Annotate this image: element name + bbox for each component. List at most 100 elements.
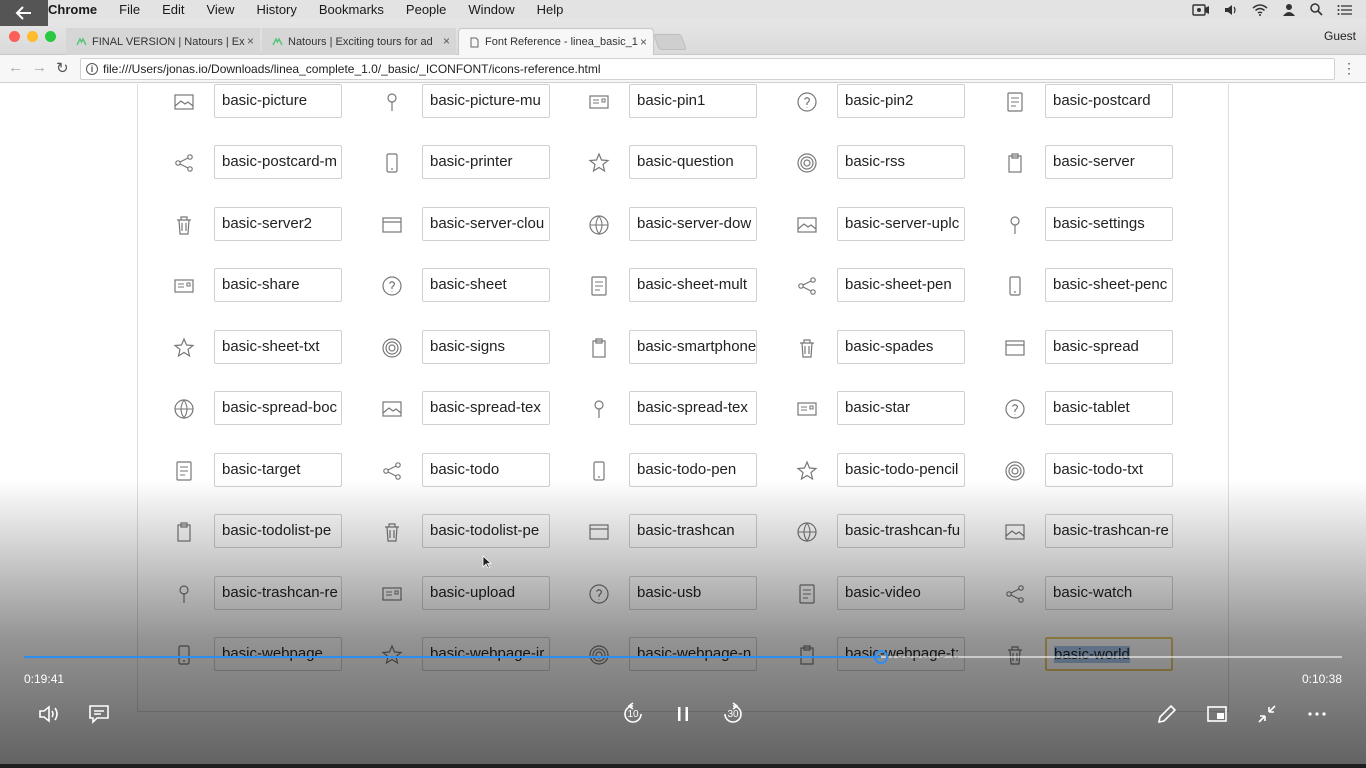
icon-class-field[interactable]: basic-tablet (1045, 391, 1173, 425)
icon-class-field[interactable]: basic-settings (1045, 207, 1173, 241)
profile-guest[interactable]: Guest (1324, 29, 1356, 43)
icon-class-field[interactable]: basic-server-uplc (837, 207, 965, 241)
icon-class-field[interactable]: basic-todolist-pe (214, 514, 342, 548)
notification-center-icon[interactable] (1337, 4, 1352, 16)
menu-window[interactable]: Window (468, 2, 514, 17)
new-tab-button[interactable] (653, 34, 687, 50)
icon-class-field[interactable]: basic-spades (837, 330, 965, 364)
pause-icon[interactable] (669, 700, 697, 728)
spotlight-search-icon[interactable] (1310, 3, 1323, 16)
player-back-arrow-icon[interactable] (0, 0, 48, 26)
icon-class-field[interactable]: basic-trashcan-re (214, 576, 342, 610)
icon-class-field[interactable]: basic-smartphone (629, 330, 757, 364)
progress-bar[interactable] (24, 650, 1342, 664)
zoom-window-button[interactable] (45, 31, 56, 42)
icon-class-field[interactable]: basic-watch (1045, 576, 1173, 610)
icon-class-field[interactable]: basic-spread (1045, 330, 1173, 364)
icon-class-field[interactable]: basic-todo-txt (1045, 453, 1173, 487)
icon-class-field[interactable]: basic-sheet (422, 268, 550, 302)
page-info-icon[interactable]: i (86, 63, 98, 75)
icon-class-field[interactable]: basic-trashcan-re (1045, 514, 1173, 548)
icon-class-field[interactable]: basic-sheet-penc (1045, 268, 1173, 302)
menu-help[interactable]: Help (537, 2, 564, 17)
icon-class-field[interactable]: basic-spread-boc (214, 391, 342, 425)
pencil-icon[interactable] (1153, 700, 1181, 728)
icon-class-field[interactable]: basic-server (1045, 145, 1173, 179)
progress-handle[interactable] (873, 650, 888, 664)
icon-class-field[interactable]: basic-sheet-txt (214, 330, 342, 364)
icon-class-field[interactable]: basic-rss (837, 145, 965, 179)
icon-class-field[interactable]: basic-question (629, 145, 757, 179)
menu-history[interactable]: History (256, 2, 296, 17)
icon-class-field[interactable]: basic-pin1 (629, 84, 757, 118)
icon-class-field[interactable]: basic-postcard-m (214, 145, 342, 179)
tab-font-reference[interactable]: Font Reference - linea_basic_1 × (458, 28, 654, 55)
close-window-button[interactable] (9, 31, 20, 42)
basic-spread-tex-icon (587, 397, 611, 421)
menu-bookmarks[interactable]: Bookmarks (319, 2, 384, 17)
forward-arrow-icon[interactable]: → (32, 59, 47, 76)
icon-entry: basic-star (793, 391, 983, 427)
icon-class-field[interactable]: basic-postcard (1045, 84, 1173, 118)
menu-file[interactable]: File (119, 2, 140, 17)
icon-class-field[interactable]: basic-trashcan-fu (837, 514, 965, 548)
menu-edit[interactable]: Edit (162, 2, 184, 17)
icon-class-field[interactable]: basic-spread-tex (422, 391, 550, 425)
icon-class-field[interactable]: basic-world (1045, 637, 1173, 671)
icon-class-field[interactable]: basic-share (214, 268, 342, 302)
menu-people[interactable]: People (406, 2, 446, 17)
reload-icon[interactable]: ↻ (56, 59, 69, 77)
close-tab-icon[interactable]: × (443, 34, 450, 48)
picture-in-picture-icon[interactable] (1203, 700, 1231, 728)
rewind-10-icon[interactable]: 10 (619, 700, 647, 728)
icon-class-field[interactable]: basic-sheet-mult (629, 268, 757, 302)
back-arrow-icon[interactable]: ← (8, 59, 23, 76)
address-bar[interactable]: i file:///Users/jonas.io/Downloads/linea… (80, 58, 1335, 80)
icon-class-field[interactable]: basic-server-clou (422, 207, 550, 241)
minimize-window-button[interactable] (27, 31, 38, 42)
basic-spread-tex-icon (380, 397, 404, 421)
next-chevron-icon[interactable] (1340, 452, 1360, 486)
icon-class-field[interactable]: basic-picture (214, 84, 342, 118)
menu-app-name[interactable]: Chrome (48, 2, 97, 17)
icon-class-field[interactable]: basic-picture-mu (422, 84, 550, 118)
previous-chevron-icon[interactable] (6, 452, 26, 486)
close-tab-icon[interactable]: × (247, 34, 254, 48)
icon-class-field[interactable]: basic-server2 (214, 207, 342, 241)
icon-class-field[interactable]: basic-signs (422, 330, 550, 364)
icon-class-field[interactable]: basic-target (214, 453, 342, 487)
menu-view[interactable]: View (206, 2, 234, 17)
chrome-menu-icon[interactable]: ⋮ (1342, 60, 1356, 77)
icon-class-field[interactable]: basic-printer (422, 145, 550, 179)
icon-class-field[interactable]: basic-trashcan (629, 514, 757, 548)
forward-30-icon[interactable]: 30 (719, 700, 747, 728)
tab-natours[interactable]: Natours | Exciting tours for ad × (262, 28, 456, 55)
icon-class-field[interactable]: basic-todo-pencil (837, 453, 965, 487)
screen-record-icon[interactable] (1192, 3, 1210, 16)
icon-entry: basic-spread (1001, 330, 1191, 366)
exit-fullscreen-icon[interactable] (1253, 700, 1281, 728)
icon-class-field[interactable]: basic-sheet-pen (837, 268, 965, 302)
icon-class-field[interactable]: basic-webpage-t: (837, 637, 965, 671)
icon-class-field[interactable]: basic-todolist-pe (422, 514, 550, 548)
captions-icon[interactable] (85, 700, 113, 728)
icon-class-field[interactable]: basic-webpage-n (629, 637, 757, 671)
icon-class-field[interactable]: basic-star (837, 391, 965, 425)
volume-icon[interactable] (35, 700, 63, 728)
close-tab-icon[interactable]: × (640, 35, 647, 49)
icon-class-field[interactable]: basic-upload (422, 576, 550, 610)
icon-class-field[interactable]: basic-webpage (214, 637, 342, 671)
more-options-icon[interactable] (1303, 700, 1331, 728)
wifi-icon[interactable] (1252, 3, 1268, 16)
icon-class-field[interactable]: basic-pin2 (837, 84, 965, 118)
icon-class-field[interactable]: basic-todo (422, 453, 550, 487)
icon-class-field[interactable]: basic-video (837, 576, 965, 610)
user-icon[interactable] (1282, 3, 1296, 16)
tab-final-version[interactable]: FINAL VERSION | Natours | Ex × (66, 28, 260, 55)
icon-class-field[interactable]: basic-webpage-ir (422, 637, 550, 671)
volume-icon[interactable] (1224, 4, 1238, 16)
icon-class-field[interactable]: basic-server-dow (629, 207, 757, 241)
icon-class-field[interactable]: basic-todo-pen (629, 453, 757, 487)
icon-class-field[interactable]: basic-usb (629, 576, 757, 610)
icon-class-field[interactable]: basic-spread-tex (629, 391, 757, 425)
